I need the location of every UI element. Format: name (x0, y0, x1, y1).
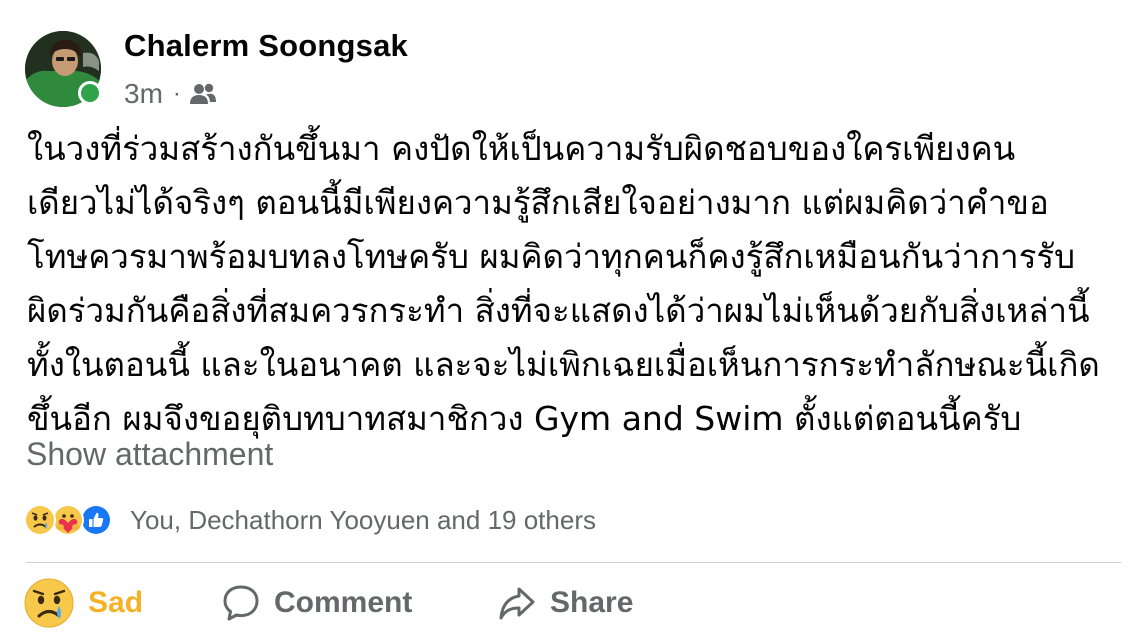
post-text-line: ผิดร่วมกันคือสิ่งที่สมควรกระทำ สิ่งที่จะ… (27, 291, 1090, 330)
comment-label: Comment (274, 586, 413, 619)
post-time[interactable]: 3m (124, 78, 163, 110)
share-icon (499, 587, 535, 620)
share-button[interactable]: Share (498, 572, 633, 634)
like-reaction-icon (80, 504, 112, 536)
reactions-text[interactable]: You, Dechathorn Yooyuen and 19 others (130, 505, 596, 536)
post-text-line: เดียวไม่ได้จริงๆ ตอนนี้มีเพียงความรู้สึก… (27, 183, 1049, 222)
author-name[interactable]: Chalerm Soongsak (124, 28, 408, 64)
post-meta: 3m · (124, 76, 217, 112)
share-label: Share (550, 586, 634, 619)
sad-reaction-button[interactable]: Sad (24, 572, 143, 634)
online-status-dot (78, 81, 102, 105)
action-bar: Sad Comment Share (24, 572, 1124, 634)
care-reaction-icon (52, 504, 84, 536)
friends-icon[interactable] (189, 82, 217, 106)
show-attachment-link[interactable]: Show attachment (26, 436, 273, 473)
post-body: ในวงที่ร่วมสร้างกันขึ้นมา คงปัดให้เป็นคว… (27, 122, 1127, 446)
sad-label: Sad (88, 586, 144, 619)
meta-separator: · (172, 80, 181, 107)
sad-emoji-icon (24, 578, 74, 628)
post-text-line: ในวงที่ร่วมสร้างกันขึ้นมา คงปัดให้เป็นคว… (27, 129, 1016, 168)
divider (26, 562, 1121, 563)
post-card: Chalerm Soongsak 3m · ในวงที่ร่วมสร้างกั… (0, 0, 1146, 633)
post-text-line: โทษควรมาพร้อมบทลงโทษครับ ผมคิดว่าทุกคนก็… (27, 237, 1076, 276)
reaction-icons (24, 502, 124, 538)
sad-reaction-icon (24, 504, 56, 536)
reactions-summary[interactable]: You, Dechathorn Yooyuen and 19 others (24, 500, 596, 540)
post-text-line: ทั้งในตอนนี้ และในอนาคต และจะไม่เพิกเฉยเ… (27, 345, 1100, 384)
comment-button[interactable]: Comment (222, 572, 412, 634)
author-avatar[interactable] (25, 31, 102, 107)
comment-icon (223, 585, 259, 621)
